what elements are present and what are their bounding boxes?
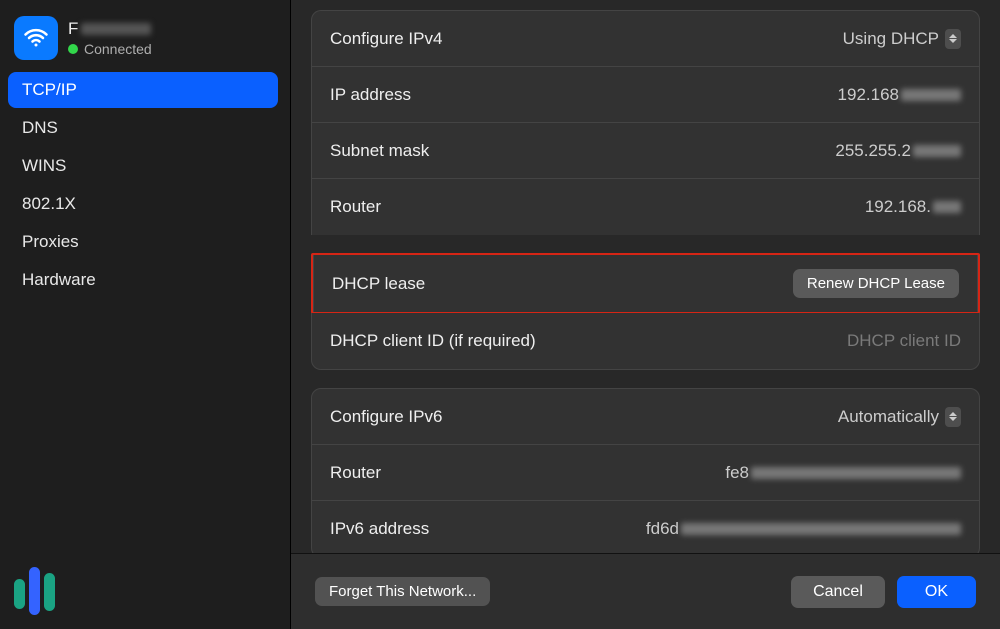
ip-address-value: 192.168 bbox=[838, 85, 961, 105]
subnet-mask-label: Subnet mask bbox=[330, 141, 429, 161]
network-header: F Connected bbox=[14, 16, 276, 60]
subnet-mask-value: 255.255.2 bbox=[835, 141, 961, 161]
status-text: Connected bbox=[84, 41, 152, 57]
dhcp-lease-row: DHCP lease Renew DHCP Lease bbox=[313, 255, 978, 312]
dhcp-client-id-input[interactable]: DHCP client ID bbox=[847, 331, 961, 351]
sidebar: F Connected TCP/IP DNS WINS 802.1X Proxi… bbox=[0, 0, 290, 629]
ipv6-address-label: IPv6 address bbox=[330, 519, 429, 539]
subnet-mask-row: Subnet mask 255.255.2 bbox=[312, 123, 979, 179]
configure-ipv6-row[interactable]: Configure IPv6 Automatically bbox=[312, 389, 979, 445]
router-ipv6-value: fe8 bbox=[725, 463, 961, 483]
ipv6-address-row: IPv6 address fd6d bbox=[312, 501, 979, 553]
status-dot-icon bbox=[68, 44, 78, 54]
network-name: F bbox=[68, 19, 152, 39]
router-ipv6-label: Router bbox=[330, 463, 381, 483]
ok-button[interactable]: OK bbox=[897, 576, 976, 608]
sidebar-list: TCP/IP DNS WINS 802.1X Proxies Hardware bbox=[8, 72, 278, 300]
footer: Forget This Network... Cancel OK bbox=[291, 553, 1000, 629]
ip-address-label: IP address bbox=[330, 85, 411, 105]
ipv6-section: Configure IPv6 Automatically Router fe8 … bbox=[311, 388, 980, 553]
sidebar-item-tcpip[interactable]: TCP/IP bbox=[8, 72, 278, 108]
wifi-icon bbox=[14, 16, 58, 60]
sidebar-item-hardware[interactable]: Hardware bbox=[8, 262, 278, 298]
ipv4-section: Configure IPv4 Using DHCP IP address 192… bbox=[311, 10, 980, 235]
sidebar-item-dns[interactable]: DNS bbox=[8, 110, 278, 146]
configure-ipv6-value[interactable]: Automatically bbox=[838, 407, 961, 427]
router-ipv4-row: Router 192.168. bbox=[312, 179, 979, 235]
router-ipv4-label: Router bbox=[330, 197, 381, 217]
forget-network-button[interactable]: Forget This Network... bbox=[315, 577, 490, 606]
router-ipv4-value: 192.168. bbox=[865, 197, 961, 217]
dhcp-client-section: DHCP client ID (if required) DHCP client… bbox=[311, 313, 980, 370]
router-ipv6-row: Router fe8 bbox=[312, 445, 979, 501]
ip-address-row: IP address 192.168 bbox=[312, 67, 979, 123]
network-status: Connected bbox=[68, 41, 152, 57]
chevron-updown-icon bbox=[945, 407, 961, 427]
dhcp-client-id-row[interactable]: DHCP client ID (if required) DHCP client… bbox=[312, 313, 979, 369]
ipv6-address-value: fd6d bbox=[646, 519, 961, 539]
logo-icon bbox=[14, 565, 55, 615]
dhcp-lease-highlight: DHCP lease Renew DHCP Lease bbox=[311, 253, 980, 314]
chevron-updown-icon bbox=[945, 29, 961, 49]
dhcp-lease-label: DHCP lease bbox=[332, 274, 425, 294]
main-panel: Configure IPv4 Using DHCP IP address 192… bbox=[290, 0, 1000, 629]
configure-ipv6-label: Configure IPv6 bbox=[330, 407, 442, 427]
sidebar-item-proxies[interactable]: Proxies bbox=[8, 224, 278, 260]
dhcp-client-id-label: DHCP client ID (if required) bbox=[330, 331, 536, 351]
sidebar-item-8021x[interactable]: 802.1X bbox=[8, 186, 278, 222]
configure-ipv4-label: Configure IPv4 bbox=[330, 29, 442, 49]
cancel-button[interactable]: Cancel bbox=[791, 576, 885, 608]
configure-ipv4-value[interactable]: Using DHCP bbox=[843, 29, 961, 49]
renew-dhcp-lease-button[interactable]: Renew DHCP Lease bbox=[793, 269, 959, 298]
configure-ipv4-row[interactable]: Configure IPv4 Using DHCP bbox=[312, 11, 979, 67]
sidebar-item-wins[interactable]: WINS bbox=[8, 148, 278, 184]
